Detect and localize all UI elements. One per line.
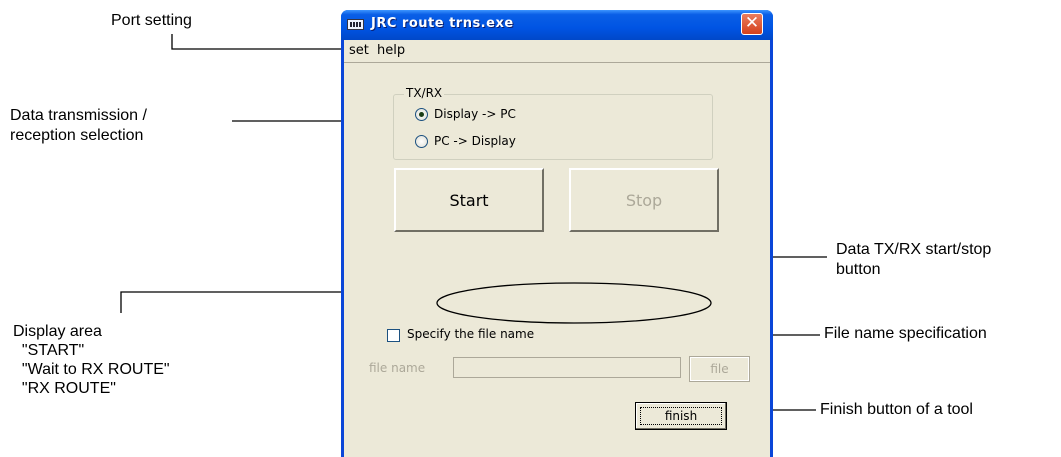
menu-set[interactable]: set xyxy=(349,43,369,58)
annotation-finish-button: Finish button of a tool xyxy=(820,401,973,418)
radio-unselected-icon[interactable] xyxy=(415,134,428,148)
menu-help[interactable]: help xyxy=(377,43,405,58)
menu-bar: set help xyxy=(344,40,770,63)
stop-button[interactable]: Stop xyxy=(569,168,719,232)
radio-selected-icon[interactable] xyxy=(415,107,428,121)
annotation-file-name-spec: File name specification xyxy=(824,325,987,342)
display-area xyxy=(436,282,712,324)
finish-button-label: finish xyxy=(664,409,698,423)
annotation-port-setting: Port setting xyxy=(111,12,192,29)
file-button[interactable]: file xyxy=(689,356,750,382)
app-window-icon xyxy=(347,19,364,30)
finish-button[interactable]: finish xyxy=(635,402,727,430)
close-button[interactable]: ✕ xyxy=(741,13,763,35)
radio-display-to-pc[interactable]: Display -> PC xyxy=(415,107,516,121)
txrx-groupbox: TX/RX Display -> PC PC -> Display xyxy=(393,86,713,160)
window-title: JRC route trns.exe xyxy=(371,16,514,31)
txrx-group-legend: TX/RX xyxy=(404,86,445,100)
app-window: JRC route trns.exe ✕ set help TX/RX Disp… xyxy=(341,10,773,457)
close-icon: ✕ xyxy=(744,13,760,33)
title-bar[interactable]: JRC route trns.exe ✕ xyxy=(341,10,773,40)
radio-label: Display -> PC xyxy=(434,107,516,121)
annotation-start-stop: Data TX/RX start/stop button xyxy=(836,241,992,278)
radio-pc-to-display[interactable]: PC -> Display xyxy=(415,134,516,148)
specify-file-name-label[interactable]: Specify the file name xyxy=(407,327,534,341)
client-area: set help TX/RX Display -> PC PC -> Displ… xyxy=(344,40,770,457)
file-name-input[interactable] xyxy=(453,357,681,378)
annotation-txrx-selection: Data transmission / reception selection xyxy=(10,107,147,144)
file-name-label: file name xyxy=(369,361,426,375)
annotation-display-area: Display area "START" "Wait to RX ROUTE" … xyxy=(13,323,170,397)
radio-label: PC -> Display xyxy=(434,134,516,148)
start-button[interactable]: Start xyxy=(394,168,544,232)
specify-file-name-checkbox[interactable] xyxy=(387,329,400,342)
